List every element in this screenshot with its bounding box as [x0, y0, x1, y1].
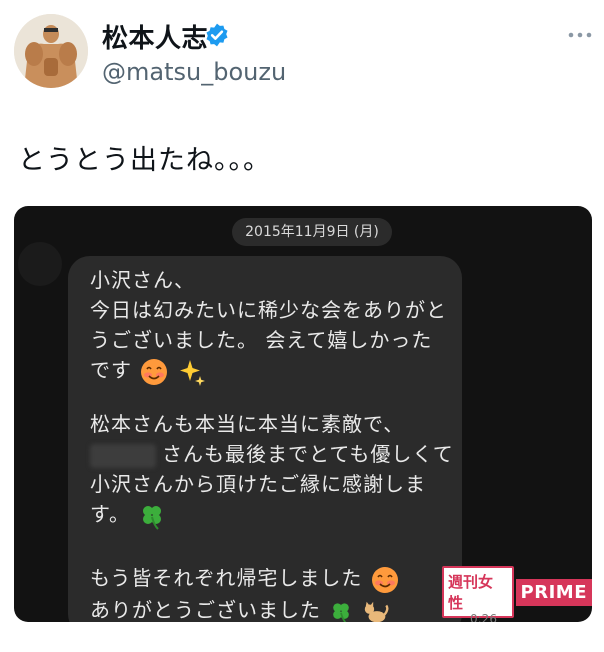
message-line: 小沢さん、	[90, 268, 195, 292]
smiling-face-emoji-icon	[141, 358, 168, 385]
tweet-text: とうとう出たね。。。	[18, 145, 271, 176]
cat-emoji-icon	[364, 601, 389, 622]
sender-avatar	[18, 242, 62, 286]
message-line: 小沢さんから頂けたご縁に感謝しま	[90, 472, 426, 496]
message-line-with-emoji: す。	[90, 498, 167, 531]
blurred-name	[90, 443, 156, 468]
watermark: 週刊女性 PRIME	[442, 566, 592, 618]
watermark-jp: 週刊女性	[442, 566, 514, 618]
four-leaf-clover-emoji-icon	[333, 602, 350, 622]
bodybuilder-figure-icon	[14, 14, 88, 88]
message-line-with-redaction: さんも最後までとても優しくて	[90, 438, 454, 468]
message-line-with-emoji: です	[90, 354, 207, 387]
user-handle[interactable]: @matsu_bouzu	[102, 58, 286, 86]
message-line: 今日は幻みたいに稀少な会をありがと	[90, 298, 447, 322]
four-leaf-clover-emoji-icon	[143, 505, 162, 530]
smiling-face-emoji-icon	[371, 566, 398, 593]
sparkles-emoji-icon	[179, 359, 205, 386]
avatar[interactable]	[14, 14, 88, 88]
message-text: もう皆それぞれ帰宅しました	[90, 566, 363, 590]
verified-badge-icon	[206, 23, 228, 47]
message-text: さんも最後までとても優しくて	[162, 442, 454, 466]
chat-date: 2015年11月9日 (月)	[232, 218, 392, 246]
message-text: す。	[90, 502, 130, 526]
message-text: ありがとうございました	[90, 598, 321, 622]
message-line: 松本さんも本当に本当に素敵で、	[90, 412, 405, 436]
message-line: うございました。 会えて嬉しかった	[90, 328, 433, 352]
more-options-icon[interactable]	[566, 27, 594, 43]
message-line-with-emoji: もう皆それぞれ帰宅しました	[90, 562, 400, 595]
watermark-en: PRIME	[515, 578, 592, 606]
message-timestamp: 0:26	[470, 612, 497, 622]
tweet-header: 松本人志 @matsu_bouzu	[0, 0, 604, 110]
message-line-with-emoji: ありがとうございました	[90, 594, 390, 622]
attached-screenshot[interactable]: 2015年11月9日 (月) 小沢さん、 今日は幻みたいに稀少な会をありがと う…	[14, 206, 592, 622]
display-name[interactable]: 松本人志	[102, 18, 208, 55]
message-text: です	[90, 358, 132, 382]
